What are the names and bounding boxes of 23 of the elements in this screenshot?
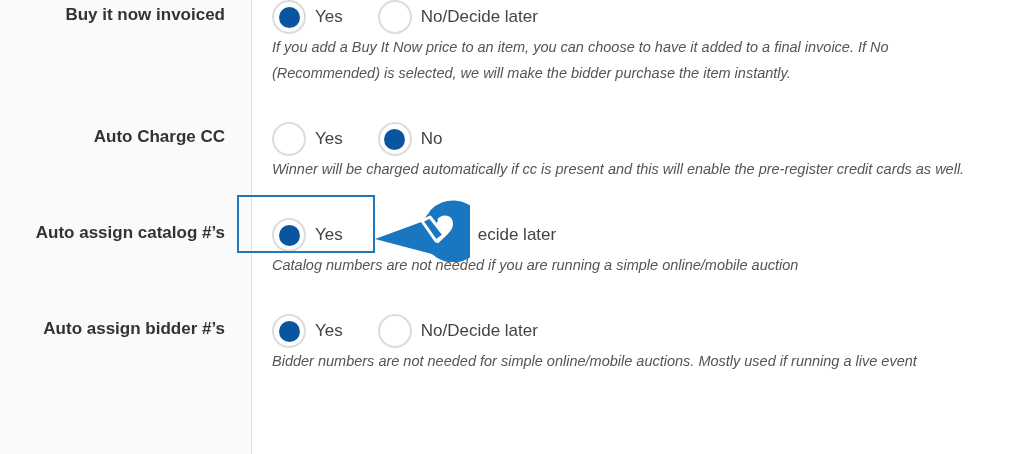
- radio-button[interactable]: [272, 122, 306, 156]
- help-text: If you add a Buy It Now price to an item, you can choose to have it added to a final invoice. If No (Recommended) is selected, we will make the bidder purchase the item instantly.: [272, 38, 890, 83]
- radio-label[interactable]: Yes: [315, 4, 343, 30]
- setting-label: Auto assign catalog #’s: [35, 222, 225, 244]
- radio-button[interactable]: [377, 122, 412, 156]
- radio-label[interactable]: No: [420, 126, 443, 152]
- radio-button[interactable]: [272, 218, 306, 252]
- radio-label[interactable]: ecide later: [477, 222, 557, 248]
- help-text: Catalog numbers are not needed if you are running a simple online/mobile auction: [272, 256, 800, 275]
- radio-label[interactable]: No/Decide later: [420, 4, 538, 30]
- radio-label[interactable]: No/Decide later: [420, 318, 538, 344]
- setting-label: Auto assign bidder #’s: [43, 318, 225, 340]
- setting-label: Auto Charge CC: [93, 126, 225, 148]
- help-text: Winner will be charged automatically if cc is present and this will enable the pre-register credit cards as well.: [272, 160, 966, 179]
- radio-button[interactable]: [272, 314, 306, 348]
- radio-button[interactable]: [272, 0, 306, 34]
- setting-label: Buy it now invoiced: [65, 4, 225, 26]
- radio-label[interactable]: Yes: [315, 222, 343, 248]
- radio-label[interactable]: Yes: [315, 318, 343, 344]
- radio-button[interactable]: [377, 0, 412, 34]
- radio-button[interactable]: [377, 314, 412, 348]
- help-text: Bidder numbers are not needed for simple online/mobile auctions. Mostly used if running a live event: [272, 352, 919, 371]
- radio-label[interactable]: Yes: [315, 126, 343, 152]
